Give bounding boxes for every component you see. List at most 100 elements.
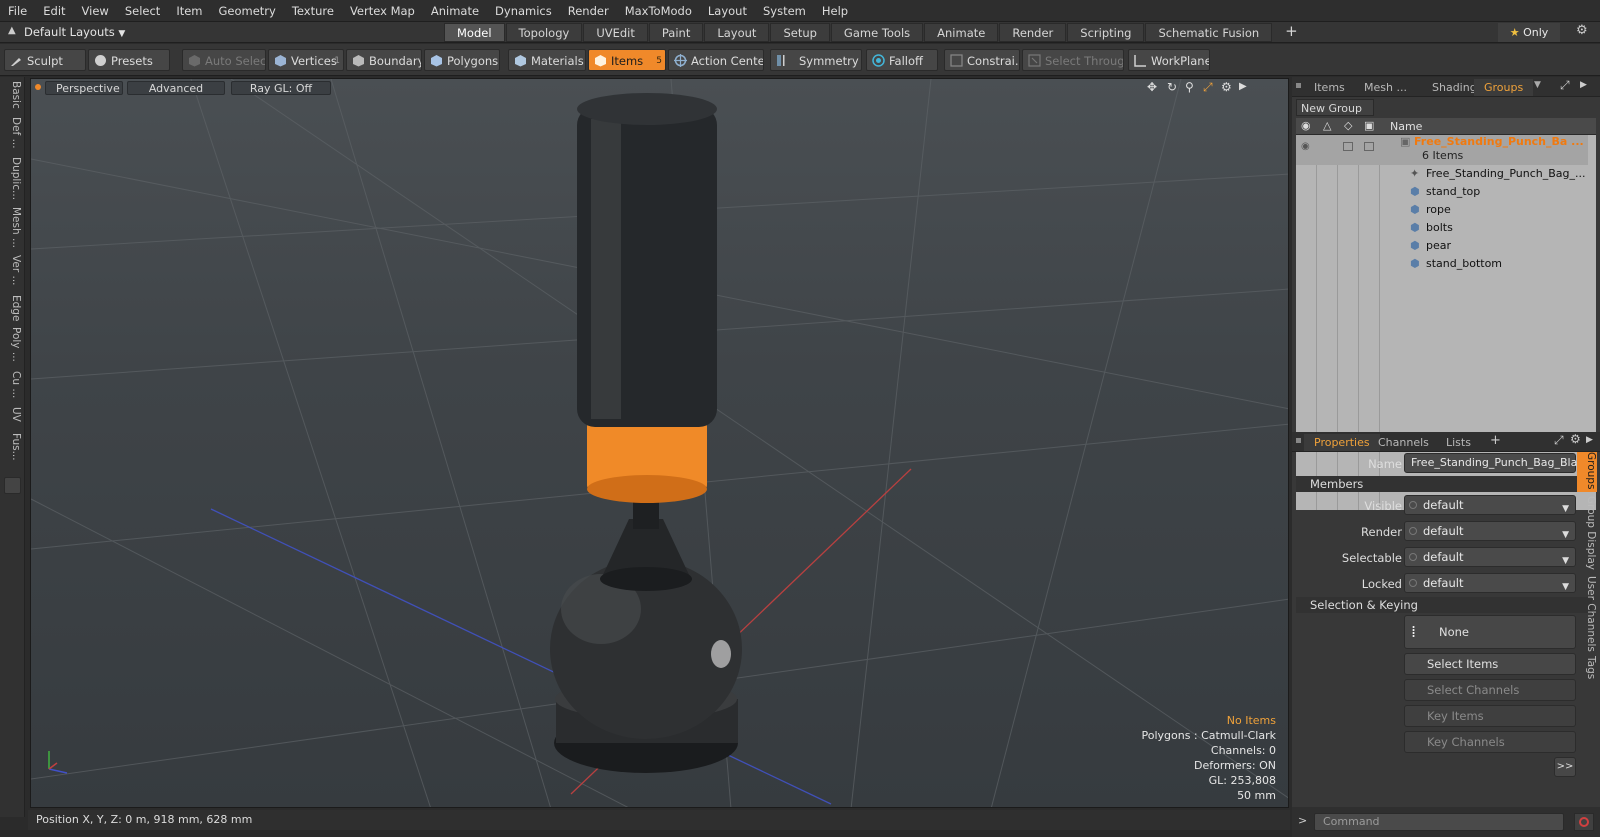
tab-uvedit[interactable]: UVEdit [583, 23, 648, 42]
viewport-menu-icon[interactable] [35, 84, 41, 90]
menu-texture[interactable]: Texture [284, 0, 342, 22]
list-item[interactable]: ⬢ bolts [1296, 219, 1588, 237]
tab-setup[interactable]: Setup [770, 23, 830, 42]
select-channels-button[interactable]: Select Channels [1404, 679, 1576, 701]
list-item[interactable]: ⬢ rope [1296, 201, 1588, 219]
sculpt-button[interactable]: Sculpt [4, 49, 86, 71]
menu-maxtomodo[interactable]: MaxToModo [617, 0, 700, 22]
select-items-button[interactable]: Select Items [1404, 653, 1576, 675]
render-dropdown[interactable]: default ▼ [1404, 521, 1576, 541]
vertices-button[interactable]: Vertices 1 [268, 49, 344, 71]
panel-arrow-icon[interactable]: ▶ [1580, 80, 1587, 90]
menu-animate[interactable]: Animate [423, 0, 487, 22]
move-view-icon[interactable]: ✥ [1147, 80, 1157, 94]
tab-deform[interactable]: Def ... [3, 117, 22, 153]
key-channels-button[interactable]: Key Channels [1404, 731, 1576, 753]
visibility-toggle-icon[interactable]: ◉ [1301, 138, 1310, 156]
view-mode-dropdown[interactable]: Perspective [45, 81, 123, 95]
tab-edge[interactable]: Edge [3, 295, 22, 323]
maximize-icon[interactable]: ⤢ [1554, 433, 1564, 448]
tab-animate[interactable]: Animate [924, 23, 999, 42]
tab-items[interactable]: Items [1304, 79, 1355, 96]
list-item[interactable]: ⬢ stand_bottom [1296, 255, 1588, 273]
rotate-view-icon[interactable]: ↻ [1167, 80, 1177, 94]
tab-render[interactable]: Render [999, 23, 1067, 42]
tab-model[interactable]: Model [444, 23, 505, 42]
selectable-checkbox[interactable] [1343, 142, 1353, 151]
locked-checkbox[interactable] [1364, 142, 1374, 151]
menu-system[interactable]: System [755, 0, 814, 22]
menu-view[interactable]: View [74, 0, 117, 22]
gear-icon[interactable]: ⚙ [1576, 23, 1588, 38]
tab-mesh[interactable]: Mesh ... [3, 207, 22, 251]
tab-schematic-fusion[interactable]: Schematic Fusion [1145, 23, 1273, 42]
menu-layout[interactable]: Layout [700, 0, 755, 22]
menu-geometry[interactable]: Geometry [211, 0, 284, 22]
add-tab-icon[interactable]: + [1273, 23, 1310, 42]
action-center-button[interactable]: Action Center [668, 49, 764, 71]
render-icon[interactable]: △ [1323, 119, 1331, 132]
locked-dropdown[interactable]: default ▼ [1404, 573, 1576, 593]
tab-polygon[interactable]: Poly ... [3, 327, 22, 367]
menu-render[interactable]: Render [560, 0, 617, 22]
members-section[interactable]: Members [1296, 476, 1592, 492]
tab-layout[interactable]: Layout [704, 23, 770, 42]
3d-viewport[interactable]: Perspective Advanced Ray GL: Off ✥ ↻ ⚲ ⤢… [30, 78, 1289, 808]
command-input[interactable]: Command [1314, 813, 1564, 831]
tab-fusion[interactable]: Fus... [3, 433, 22, 469]
panel-arrow-icon[interactable]: ▶ [1586, 435, 1593, 445]
name-column-header[interactable]: Name [1390, 120, 1422, 133]
menu-file[interactable]: File [0, 0, 35, 22]
menu-item[interactable]: Item [168, 0, 210, 22]
constraints-button[interactable]: Constrai... [944, 49, 1020, 71]
selection-keying-section[interactable]: Selection & Keying [1296, 597, 1592, 613]
layout-selector[interactable]: Default Layouts ▼ [24, 23, 125, 42]
new-group-button[interactable]: New Group [1296, 99, 1374, 116]
tab-channels[interactable]: Channels [1368, 434, 1439, 451]
tab-topology[interactable]: Topology [505, 23, 583, 42]
materials-button[interactable]: Materials [508, 49, 586, 71]
group-row[interactable]: ◉ ▣ Free_Standing_Punch_Ba ... 6 Items [1296, 135, 1588, 165]
maximize-icon[interactable]: ⤢ [1560, 78, 1570, 93]
side-tab-group-display[interactable]: Group Display [1577, 496, 1597, 572]
symmetry-button[interactable]: Symmetry [770, 49, 862, 71]
menu-vertex-map[interactable]: Vertex Map [342, 0, 423, 22]
fit-view-icon[interactable]: ⤢ [1203, 80, 1213, 95]
expand-arrow-icon[interactable]: ▶ [1239, 81, 1247, 92]
tab-basic[interactable]: Basic [3, 81, 22, 113]
menu-select[interactable]: Select [117, 0, 168, 22]
menu-dynamics[interactable]: Dynamics [487, 0, 560, 22]
list-item[interactable]: ⬢ pear [1296, 237, 1588, 255]
list-item[interactable]: ✦ Free_Standing_Punch_Bag_... [1296, 165, 1588, 183]
tab-game-tools[interactable]: Game Tools [830, 23, 924, 42]
falloff-button[interactable]: Falloff [866, 49, 938, 71]
tab-uv[interactable]: UV [3, 407, 22, 429]
visible-dropdown[interactable]: default ▼ [1404, 495, 1576, 515]
workplane-button[interactable]: WorkPlane [1128, 49, 1210, 71]
tab-curve[interactable]: Cu ... [3, 371, 22, 403]
zoom-view-icon[interactable]: ⚲ [1185, 80, 1194, 94]
only-button[interactable]: ★ Only [1498, 23, 1560, 42]
select-through-button[interactable]: Select Through [1022, 49, 1124, 71]
tab-duplicate[interactable]: Duplic... [3, 157, 22, 203]
eye-icon[interactable]: ◉ [1301, 119, 1311, 132]
selectable-dropdown[interactable]: default ▼ [1404, 547, 1576, 567]
tab-scripting[interactable]: Scripting [1067, 23, 1145, 42]
viewport-gear-icon[interactable]: ⚙ [1221, 80, 1232, 94]
lock-icon[interactable]: ▣ [1364, 119, 1374, 132]
advanced-dropdown[interactable]: Advanced [127, 81, 225, 95]
tab-paint[interactable]: Paint [648, 23, 704, 42]
tab-groups[interactable]: Groups [1474, 79, 1534, 96]
select-icon[interactable]: ◇ [1344, 119, 1352, 132]
tabs-dropdown-icon[interactable]: ▼ [1534, 80, 1541, 90]
raygl-dropdown[interactable]: Ray GL: Off [231, 81, 331, 95]
collapse-icon[interactable]: ▲ [8, 25, 20, 39]
more-button[interactable]: >> [1554, 757, 1576, 777]
menu-help[interactable]: Help [814, 0, 856, 22]
side-tab-user-channels[interactable]: User Channels [1577, 576, 1597, 652]
menu-edit[interactable]: Edit [35, 0, 73, 22]
key-items-button[interactable]: Key Items [1404, 705, 1576, 727]
tab-vertex[interactable]: Ver ... [3, 255, 22, 291]
panel-menu-icon[interactable] [1296, 438, 1301, 443]
panel-menu-icon[interactable] [1296, 83, 1301, 88]
